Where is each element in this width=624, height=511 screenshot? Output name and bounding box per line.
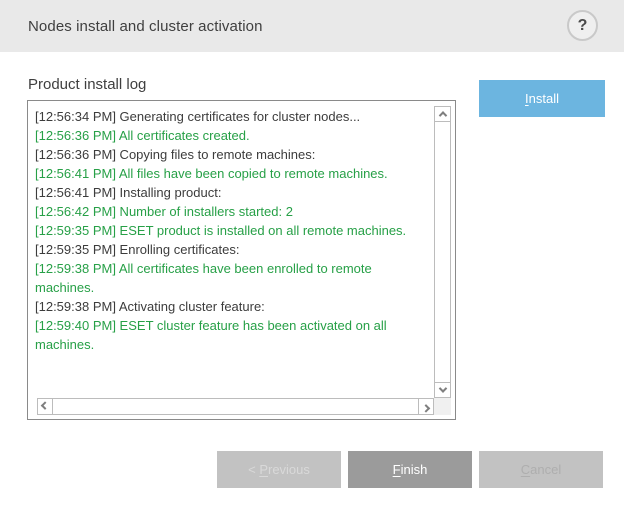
cancel-button[interactable]: Cancel [479, 451, 603, 488]
log-line: [12:56:41 PM] Installing product: [35, 183, 430, 202]
scroll-down-button[interactable] [435, 382, 450, 397]
scroll-left-button[interactable] [38, 399, 53, 414]
log-line: [12:59:35 PM] ESET product is installed … [35, 221, 430, 240]
finish-button[interactable]: Finish [348, 451, 472, 488]
vertical-scrollbar[interactable] [434, 106, 451, 398]
log-line: [12:59:38 PM] Activating cluster feature… [35, 297, 430, 316]
chevron-up-icon [438, 111, 446, 119]
log-line: [12:59:35 PM] Enrolling certificates: [35, 240, 430, 259]
install-button-label: Install [525, 91, 559, 106]
log-line: [12:56:36 PM] All certificates created. [35, 126, 430, 145]
scroll-up-button[interactable] [435, 107, 450, 122]
install-button[interactable]: Install [479, 80, 605, 117]
scrollbar-corner [434, 398, 451, 415]
nodes-install-dialog: { "header": { "title": "Nodes install an… [0, 0, 624, 511]
chevron-right-icon [422, 404, 430, 412]
horizontal-scrollbar[interactable] [37, 398, 434, 415]
log-line: [12:56:41 PM] All files have been copied… [35, 164, 430, 183]
log-line: [12:56:34 PM] Generating certificates fo… [35, 107, 430, 126]
log-lines[interactable]: [12:56:34 PM] Generating certificates fo… [35, 107, 430, 395]
log-line: [12:56:42 PM] Number of installers start… [35, 202, 430, 221]
log-line: [12:59:38 PM] All certificates have been… [35, 259, 430, 297]
product-install-log: [12:56:34 PM] Generating certificates fo… [27, 100, 456, 420]
question-mark-icon: ? [578, 17, 588, 35]
dialog-header: Nodes install and cluster activation ? [0, 0, 624, 52]
chevron-left-icon [41, 401, 49, 409]
previous-button-label: < Previous [248, 462, 310, 477]
log-line: [12:56:36 PM] Copying files to remote ma… [35, 145, 430, 164]
log-line: [12:59:40 PM] ESET cluster feature has b… [35, 316, 430, 354]
log-section-label: Product install log [28, 76, 146, 93]
cancel-button-label: Cancel [521, 462, 561, 477]
help-button[interactable]: ? [567, 10, 598, 41]
chevron-down-icon [438, 384, 446, 392]
previous-button[interactable]: < Previous [217, 451, 341, 488]
finish-button-label: Finish [393, 462, 428, 477]
scroll-right-button[interactable] [418, 399, 433, 414]
page-title: Nodes install and cluster activation [28, 0, 263, 52]
